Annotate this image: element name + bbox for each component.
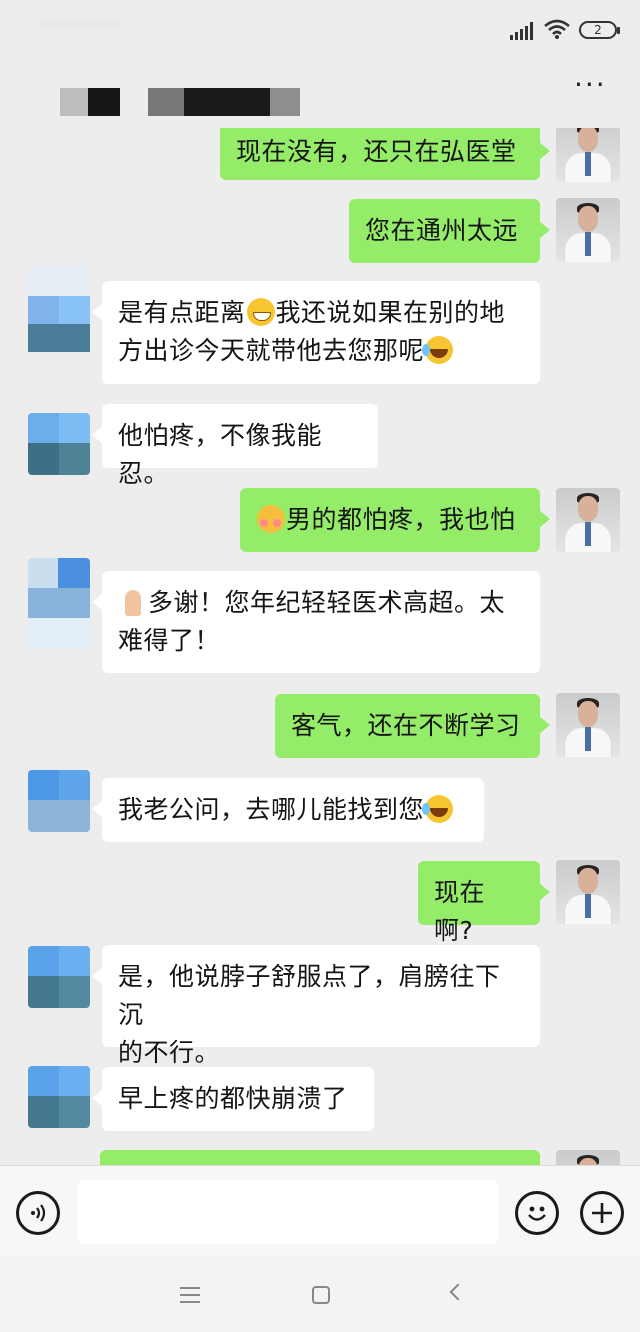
contact-avatar[interactable]	[28, 266, 90, 356]
message-text: 我还说如果在别的地	[275, 298, 506, 327]
chat-header	[0, 60, 640, 132]
message-text: 现在啊?	[434, 878, 486, 945]
contact-message[interactable]: 我老公问，去哪儿能找到您	[92, 778, 484, 842]
message-text: 男的都怕疼，我也怕	[286, 505, 516, 534]
home-icon[interactable]	[312, 1286, 330, 1304]
chat-title-blurred	[60, 88, 300, 116]
more-icon[interactable]: ···	[574, 71, 616, 104]
status-bar: 2	[0, 0, 640, 60]
message-text: 方出诊今天就带他去您那呢	[118, 336, 425, 365]
my-message[interactable]: 男的都怕疼，我也怕	[240, 488, 550, 552]
message-input-bar	[0, 1165, 640, 1257]
laugh-emoji-icon	[422, 336, 454, 364]
contact-avatar[interactable]	[28, 770, 90, 832]
message-text: 难得了！	[118, 626, 221, 655]
my-message-partial[interactable]	[100, 1150, 540, 1165]
wifi-icon	[544, 19, 570, 39]
message-text: 您在通州太远	[365, 216, 519, 245]
contact-message[interactable]: 早上疼的都快崩溃了	[92, 1067, 374, 1131]
shy-emoji-icon	[257, 505, 285, 533]
message-text: 是，他说脖子舒服点了，肩膀往下沉	[118, 962, 501, 1029]
my-avatar[interactable]	[556, 693, 620, 757]
contact-avatar[interactable]	[28, 1066, 90, 1128]
message-text: 他怕疼，不像我能忍。	[118, 421, 323, 488]
message-text: 早上疼的都快崩溃了	[118, 1084, 348, 1113]
message-text: 多谢！您年纪轻轻医术高超。太	[148, 588, 506, 617]
message-text: 现在没有，还只在弘医堂	[236, 137, 517, 166]
contact-avatar[interactable]	[28, 413, 90, 475]
message-text: 客气，还在不断学习	[291, 711, 521, 740]
contact-message[interactable]: 多谢！您年纪轻轻医术高超。太 难得了！	[92, 571, 540, 673]
contact-message[interactable]: 是有点距离 我还说如果在别的地 方出诊今天就带他去您那呢	[92, 281, 540, 384]
plus-icon[interactable]	[580, 1191, 624, 1235]
my-message[interactable]: 客气，还在不断学习	[275, 694, 550, 758]
contact-message[interactable]: 他怕疼，不像我能忍。	[92, 404, 378, 488]
my-message[interactable]: 现在没有，还只在弘医堂	[220, 128, 550, 180]
emoji-icon[interactable]	[515, 1191, 559, 1235]
system-nav-bar	[0, 1257, 640, 1332]
my-avatar[interactable]	[556, 860, 620, 924]
menu-icon[interactable]	[180, 1287, 200, 1303]
message-input[interactable]	[78, 1180, 498, 1244]
voice-icon[interactable]	[16, 1191, 60, 1235]
my-message[interactable]: 您在通州太远	[349, 199, 550, 263]
my-avatar[interactable]	[556, 198, 620, 262]
my-avatar[interactable]	[556, 488, 620, 552]
chat-area[interactable]: 现在没有，还只在弘医堂 您在通州太远 是有点距离 我还说如果在别的地 方出诊今天就…	[0, 128, 640, 1165]
message-text: 的不行。	[118, 1038, 221, 1067]
signal-icon	[510, 22, 536, 40]
status-left-blurred	[40, 18, 120, 30]
my-avatar[interactable]	[556, 128, 620, 182]
grin-emoji-icon	[246, 298, 275, 326]
contact-message[interactable]: 是，他说脖子舒服点了，肩膀往下沉 的不行。	[92, 945, 540, 1067]
my-avatar[interactable]	[556, 1150, 620, 1165]
back-icon[interactable]	[449, 1283, 467, 1301]
battery-icon: 2	[579, 21, 620, 39]
message-text: 是有点距离	[118, 298, 246, 327]
my-message[interactable]: 现在啊?	[418, 861, 550, 945]
contact-avatar[interactable]	[28, 558, 90, 650]
pray-emoji-icon	[119, 588, 147, 616]
message-text: 我老公问，去哪儿能找到您	[118, 795, 425, 824]
contact-avatar[interactable]	[28, 946, 90, 1008]
laugh-emoji-icon	[422, 795, 454, 823]
